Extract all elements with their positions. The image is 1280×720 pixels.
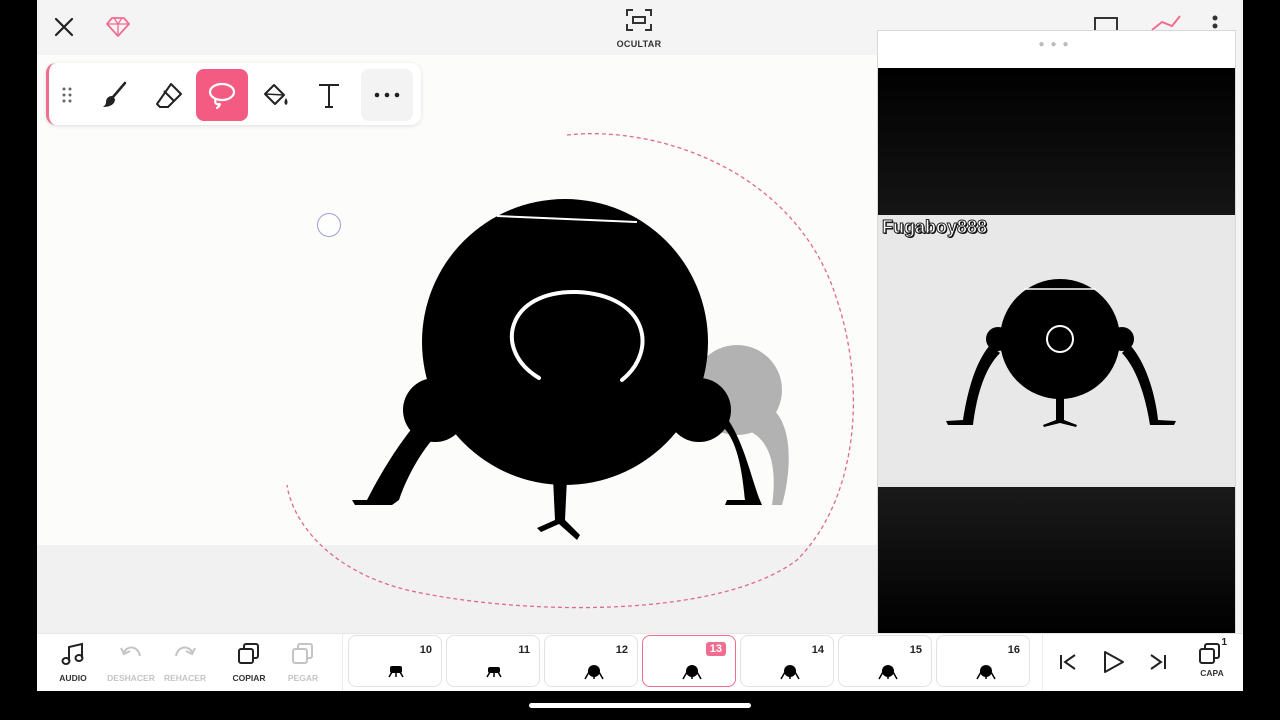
- frame-preview: [584, 665, 604, 680]
- frame-thumbnail[interactable]: 11: [446, 635, 540, 687]
- brush-tool[interactable]: [89, 69, 141, 121]
- frame-preview: [388, 666, 404, 678]
- undo-button[interactable]: DESHACER: [104, 642, 158, 686]
- frame-number: 12: [615, 644, 628, 656]
- layers-button[interactable]: 1 CAPA: [1185, 637, 1239, 684]
- close-icon: [54, 17, 74, 37]
- menu-icon: [1212, 15, 1218, 21]
- frame-number: 15: [909, 644, 922, 656]
- text-tool[interactable]: [303, 69, 355, 121]
- video-watermark: Fugaboy888: [881, 217, 988, 238]
- frame-thumbnail[interactable]: 12: [544, 635, 638, 687]
- redo-button[interactable]: REHACER: [158, 642, 212, 686]
- first-frame-button[interactable]: [1054, 648, 1082, 676]
- undo-label: DESHACER: [107, 673, 155, 683]
- redo-icon: [175, 646, 196, 657]
- diamond-icon: [106, 17, 130, 37]
- character-drawing: [352, 199, 762, 540]
- audio-button[interactable]: AUDIO: [46, 642, 100, 686]
- frame-number: 16: [1007, 644, 1020, 656]
- top-right-icons: [1094, 15, 1218, 33]
- frame-preview: [486, 667, 502, 678]
- frame-thumbnail[interactable]: 10: [348, 635, 442, 687]
- layers-icon: [1199, 643, 1220, 664]
- paste-button[interactable]: PEGAR: [276, 642, 330, 686]
- skip-back-icon: [1060, 654, 1076, 670]
- last-frame-button[interactable]: [1144, 648, 1172, 676]
- frame-thumbnail-current[interactable]: 13: [642, 635, 736, 687]
- audio-label: AUDIO: [59, 673, 87, 683]
- graph-icon: [1151, 15, 1181, 31]
- frame-number: 11: [518, 644, 530, 656]
- music-note-icon: [61, 642, 84, 665]
- home-indicator[interactable]: [529, 703, 751, 708]
- frame-preview: [976, 665, 996, 680]
- hide-label: OCULTAR: [616, 39, 662, 49]
- layers-label: CAPA: [1200, 668, 1224, 678]
- close-button[interactable]: [51, 14, 77, 40]
- frame-thumbnail[interactable]: 15: [838, 635, 932, 687]
- play-button[interactable]: [1097, 646, 1129, 678]
- panel-drag-handle[interactable]: ●●●: [878, 39, 1235, 50]
- animation-app: OCULTAR ●●● Fugaboy888 AUDIO DESHACER RE…: [37, 0, 1243, 691]
- frame-preview: [682, 665, 702, 680]
- more-tools-button[interactable]: [361, 69, 413, 121]
- frame-number: 13: [705, 642, 726, 656]
- hide-icon: [626, 9, 652, 31]
- frame-number: 14: [811, 644, 824, 656]
- text-icon: [319, 84, 339, 108]
- top-right-controls: [1092, 12, 1232, 33]
- eraser-icon: [156, 83, 182, 108]
- frame-thumbnail[interactable]: 16: [936, 635, 1030, 687]
- frame-number: 10: [419, 644, 432, 656]
- video-frame: [878, 215, 1235, 487]
- layer-count: 1: [1221, 637, 1227, 648]
- play-icon: [1104, 651, 1124, 673]
- reference-video-panel[interactable]: ●●● Fugaboy888: [877, 30, 1236, 634]
- undo-icon: [120, 646, 141, 657]
- frame-thumbnail[interactable]: 14: [740, 635, 834, 687]
- paint-bucket-icon: [264, 84, 288, 105]
- skip-forward-icon: [1150, 654, 1166, 670]
- tool-palette: [46, 63, 421, 125]
- bottom-bar: AUDIO DESHACER REHACER COPIAR PEGAR 10 1…: [37, 633, 1243, 691]
- frame-preview: [878, 665, 898, 680]
- grip-icon: [62, 87, 72, 103]
- premium-button[interactable]: [105, 13, 131, 39]
- lasso-tool[interactable]: [196, 69, 248, 121]
- brush-icon: [103, 81, 127, 107]
- copy-label: COPIAR: [232, 673, 266, 683]
- copy-icon: [238, 643, 259, 664]
- eraser-tool[interactable]: [143, 69, 195, 121]
- paste-icon: [292, 643, 313, 664]
- video-letterbox-top: [878, 68, 1235, 215]
- cursor-indicator: [317, 213, 341, 237]
- redo-label: REHACER: [163, 673, 207, 683]
- lasso-icon: [208, 82, 236, 110]
- video-letterbox-bottom: [878, 487, 1235, 633]
- video-character: [946, 279, 1176, 427]
- paint-bucket-tool[interactable]: [250, 69, 302, 121]
- frame-preview: [780, 665, 800, 680]
- frame-strip[interactable]: 10 11 12 13 14 15 16: [348, 634, 1048, 691]
- toolbar-drag-handle[interactable]: [49, 69, 85, 121]
- paste-label: PEGAR: [287, 673, 319, 683]
- divider: [342, 634, 343, 691]
- divider: [1042, 634, 1043, 691]
- hide-ui-button[interactable]: OCULTAR: [615, 8, 663, 50]
- more-icon: [374, 92, 400, 98]
- copy-button[interactable]: COPIAR: [222, 642, 276, 686]
